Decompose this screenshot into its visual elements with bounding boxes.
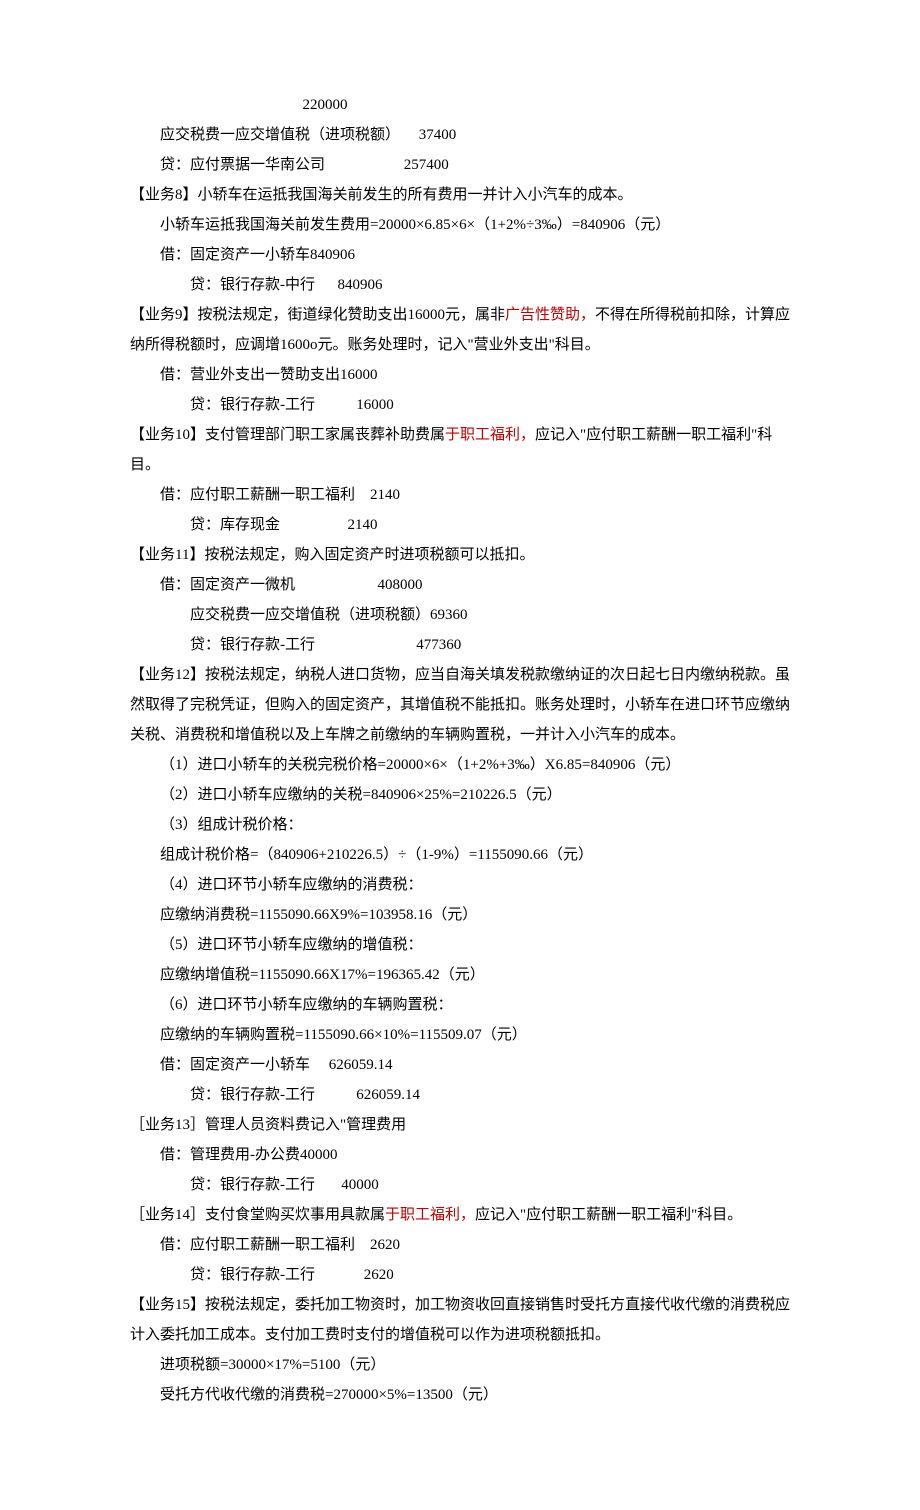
text-line: （3）组成计税价格： xyxy=(130,810,820,840)
text-segment: 借：固定资产一微机 408000 xyxy=(160,577,423,593)
highlighted-text: 于职工福利， xyxy=(385,1207,475,1223)
text-segment: 贷：银行存款-工行 2620 xyxy=(190,1267,394,1283)
text-segment: ［业务13］管理人员资料费记入"管理费用 xyxy=(130,1117,406,1133)
text-segment: ［业务14］支付食堂购买炊事用具款属 xyxy=(130,1207,385,1223)
text-line: 【业务11】按税法规定，购入固定资产时进项税额可以抵扣。 xyxy=(130,540,820,570)
text-segment: 进项税额=30000×17%=5100（元） xyxy=(160,1357,385,1373)
text-line: （6）进口环节小轿车应缴纳的车辆购置税： xyxy=(130,990,820,1020)
text-segment: 小轿车运抵我国海关前发生费用=20000×6.85×6×（1+2%÷3‰）=84… xyxy=(160,217,670,233)
text-line: 【业务12】按税法规定，纳税人进口货物，应当自海关填发税款缴纳证的次日起七日内缴… xyxy=(130,660,820,690)
text-segment: 组成计税价格=（840906+210226.5）÷（1-9%）=1155090.… xyxy=(160,847,593,863)
text-line: 小轿车运抵我国海关前发生费用=20000×6.85×6×（1+2%÷3‰）=84… xyxy=(130,210,820,240)
text-line: 计入委托加工成本。支付加工费时支付的增值税可以作为进项税额抵扣。 xyxy=(130,1320,820,1350)
text-line: 关税、消费税和增值税以及上车牌之前缴纳的车辆购置税，一并计入小汽车的成本。 xyxy=(130,720,820,750)
text-segment: 贷：银行存款-工行 16000 xyxy=(190,397,394,413)
highlighted-text: 广告性赞助， xyxy=(505,307,595,323)
text-line: 贷：银行存款-工行 626059.14 xyxy=(130,1080,820,1110)
text-line: 组成计税价格=（840906+210226.5）÷（1-9%）=1155090.… xyxy=(130,840,820,870)
text-segment: 借：应付职工薪酬一职工福利 2140 xyxy=(160,487,400,503)
text-segment: （3）组成计税价格： xyxy=(160,817,303,833)
text-segment: 贷：银行存款-中行 840906 xyxy=(190,277,383,293)
text-segment: 借：营业外支出一赞助支出16000 xyxy=(160,367,378,383)
text-line: 应交税费一应交增值税（进项税额）69360 xyxy=(130,600,820,630)
text-line: 220000 xyxy=(130,90,820,120)
text-segment: 应交税费一应交增值税（进项税额） 37400 xyxy=(160,127,456,143)
text-line: 受托方代收代缴的消费税=270000×5%=13500（元） xyxy=(130,1380,820,1410)
highlighted-text: 于职工福利， xyxy=(445,427,535,443)
text-segment: 受托方代收代缴的消费税=270000×5%=13500（元） xyxy=(160,1387,498,1403)
text-segment: 【业务8】小轿车在运抵我国海关前发生的所有费用一并计入小汽车的成本。 xyxy=(130,187,633,203)
text-segment: 借：固定资产一小轿车840906 xyxy=(160,247,355,263)
text-line: 借：营业外支出一赞助支出16000 xyxy=(130,360,820,390)
text-segment: 应记入"应付职工薪酬一职工福利"科目。 xyxy=(475,1207,742,1223)
text-segment: 应缴纳消费税=1155090.66X9%=103958.16（元） xyxy=(160,907,477,923)
text-line: 应缴纳的车辆购置税=1155090.66×10%=115509.07（元） xyxy=(130,1020,820,1050)
text-line: ［业务14］支付食堂购买炊事用具款属于职工福利，应记入"应付职工薪酬一职工福利"… xyxy=(130,1200,820,1230)
text-line: 贷：应付票据一华南公司 257400 xyxy=(130,150,820,180)
text-line: 纳所得税额时，应调增1600o元。账务处理时，记入"营业外支出"科目。 xyxy=(130,330,820,360)
text-segment: 然取得了完税凭证，但购入的固定资产，其增值税不能抵扣。账务处理时，小轿车在进口环… xyxy=(130,697,790,713)
text-line: 贷：银行存款-工行 2620 xyxy=(130,1260,820,1290)
text-line: 进项税额=30000×17%=5100（元） xyxy=(130,1350,820,1380)
text-line: 应交税费一应交增值税（进项税额） 37400 xyxy=(130,120,820,150)
text-segment: 【业务10】支付管理部门职工家属丧葬补助费属 xyxy=(130,427,445,443)
text-segment: 目。 xyxy=(130,457,160,473)
text-segment: 借：固定资产一小轿车 626059.14 xyxy=(160,1057,393,1073)
text-line: （2）进口小轿车应缴纳的关税=840906×25%=210226.5（元） xyxy=(130,780,820,810)
text-line: 目。 xyxy=(130,450,820,480)
text-line: 借：应付职工薪酬一职工福利 2620 xyxy=(130,1230,820,1260)
text-segment: 应缴纳增值税=1155090.66X17%=196365.42（元） xyxy=(160,967,485,983)
text-line: 【业务8】小轿车在运抵我国海关前发生的所有费用一并计入小汽车的成本。 xyxy=(130,180,820,210)
text-segment: 不得在所得税前扣除，计算应 xyxy=(595,307,790,323)
text-segment: （1）进口小轿车的关税完税价格=20000×6×（1+2%+3‰）X6.85=8… xyxy=(160,757,680,773)
text-line: 借：固定资产一微机 408000 xyxy=(130,570,820,600)
text-line: 贷：银行存款-工行 477360 xyxy=(130,630,820,660)
text-segment: 【业务9】按税法规定，街道绿化赞助支出16000元，属非 xyxy=(130,307,505,323)
text-segment: 【业务12】按税法规定，纳税人进口货物，应当自海关填发税款缴纳证的次日起七日内缴… xyxy=(130,667,790,683)
text-segment: 【业务15】按税法规定，委托加工物资时，加工物资收回直接销售时受托方直接代收代缴… xyxy=(130,1297,790,1313)
text-line: 借：管理费用-办公费40000 xyxy=(130,1140,820,1170)
text-line: 【业务10】支付管理部门职工家属丧葬补助费属于职工福利，应记入"应付职工薪酬一职… xyxy=(130,420,820,450)
text-segment: 220000 xyxy=(130,97,348,113)
text-segment: 纳所得税额时，应调增1600o元。账务处理时，记入"营业外支出"科目。 xyxy=(130,337,600,353)
text-line: （1）进口小轿车的关税完税价格=20000×6×（1+2%+3‰）X6.85=8… xyxy=(130,750,820,780)
text-segment: 应记入"应付职工薪酬一职工福利"科 xyxy=(535,427,772,443)
text-line: 借：固定资产一小轿车 626059.14 xyxy=(130,1050,820,1080)
text-line: 贷：银行存款-中行 840906 xyxy=(130,270,820,300)
text-line: 【业务15】按税法规定，委托加工物资时，加工物资收回直接销售时受托方直接代收代缴… xyxy=(130,1290,820,1320)
text-line: 贷：库存现金 2140 xyxy=(130,510,820,540)
text-segment: （6）进口环节小轿车应缴纳的车辆购置税： xyxy=(160,997,453,1013)
text-line: ［业务13］管理人员资料费记入"管理费用 xyxy=(130,1110,820,1140)
text-segment: 借：应付职工薪酬一职工福利 2620 xyxy=(160,1237,400,1253)
text-line: 借：固定资产一小轿车840906 xyxy=(130,240,820,270)
text-line: 贷：银行存款-工行 16000 xyxy=(130,390,820,420)
document-body: 220000 应交税费一应交增值税（进项税额） 37400 贷：应付票据一华南公司 … xyxy=(130,90,820,1410)
text-line: （5）进口环节小轿车应缴纳的增值税： xyxy=(130,930,820,960)
text-line: 【业务9】按税法规定，街道绿化赞助支出16000元，属非广告性赞助，不得在所得税… xyxy=(130,300,820,330)
text-line: 应缴纳消费税=1155090.66X9%=103958.16（元） xyxy=(130,900,820,930)
text-line: （4）进口环节小轿车应缴纳的消费税： xyxy=(130,870,820,900)
text-segment: 【业务11】按税法规定，购入固定资产时进项税额可以抵扣。 xyxy=(130,547,534,563)
text-line: 贷：银行存款-工行 40000 xyxy=(130,1170,820,1200)
text-segment: 应交税费一应交增值税（进项税额）69360 xyxy=(190,607,468,623)
text-segment: （4）进口环节小轿车应缴纳的消费税： xyxy=(160,877,423,893)
text-segment: 借：管理费用-办公费40000 xyxy=(160,1147,338,1163)
text-segment: 贷：银行存款-工行 40000 xyxy=(190,1177,379,1193)
text-line: 然取得了完税凭证，但购入的固定资产，其增值税不能抵扣。账务处理时，小轿车在进口环… xyxy=(130,690,820,720)
text-line: 借：应付职工薪酬一职工福利 2140 xyxy=(130,480,820,510)
text-segment: 关税、消费税和增值税以及上车牌之前缴纳的车辆购置税，一并计入小汽车的成本。 xyxy=(130,727,685,743)
text-segment: （5）进口环节小轿车应缴纳的增值税： xyxy=(160,937,423,953)
text-segment: 贷：银行存款-工行 626059.14 xyxy=(190,1087,420,1103)
text-segment: 应缴纳的车辆购置税=1155090.66×10%=115509.07（元） xyxy=(160,1027,527,1043)
text-segment: 贷：银行存款-工行 477360 xyxy=(190,637,461,653)
text-segment: 贷：库存现金 2140 xyxy=(190,517,378,533)
text-segment: 计入委托加工成本。支付加工费时支付的增值税可以作为进项税额抵扣。 xyxy=(130,1327,610,1343)
text-segment: （2）进口小轿车应缴纳的关税=840906×25%=210226.5（元） xyxy=(160,787,562,803)
text-line: 应缴纳增值税=1155090.66X17%=196365.42（元） xyxy=(130,960,820,990)
text-segment: 贷：应付票据一华南公司 257400 xyxy=(160,157,449,173)
